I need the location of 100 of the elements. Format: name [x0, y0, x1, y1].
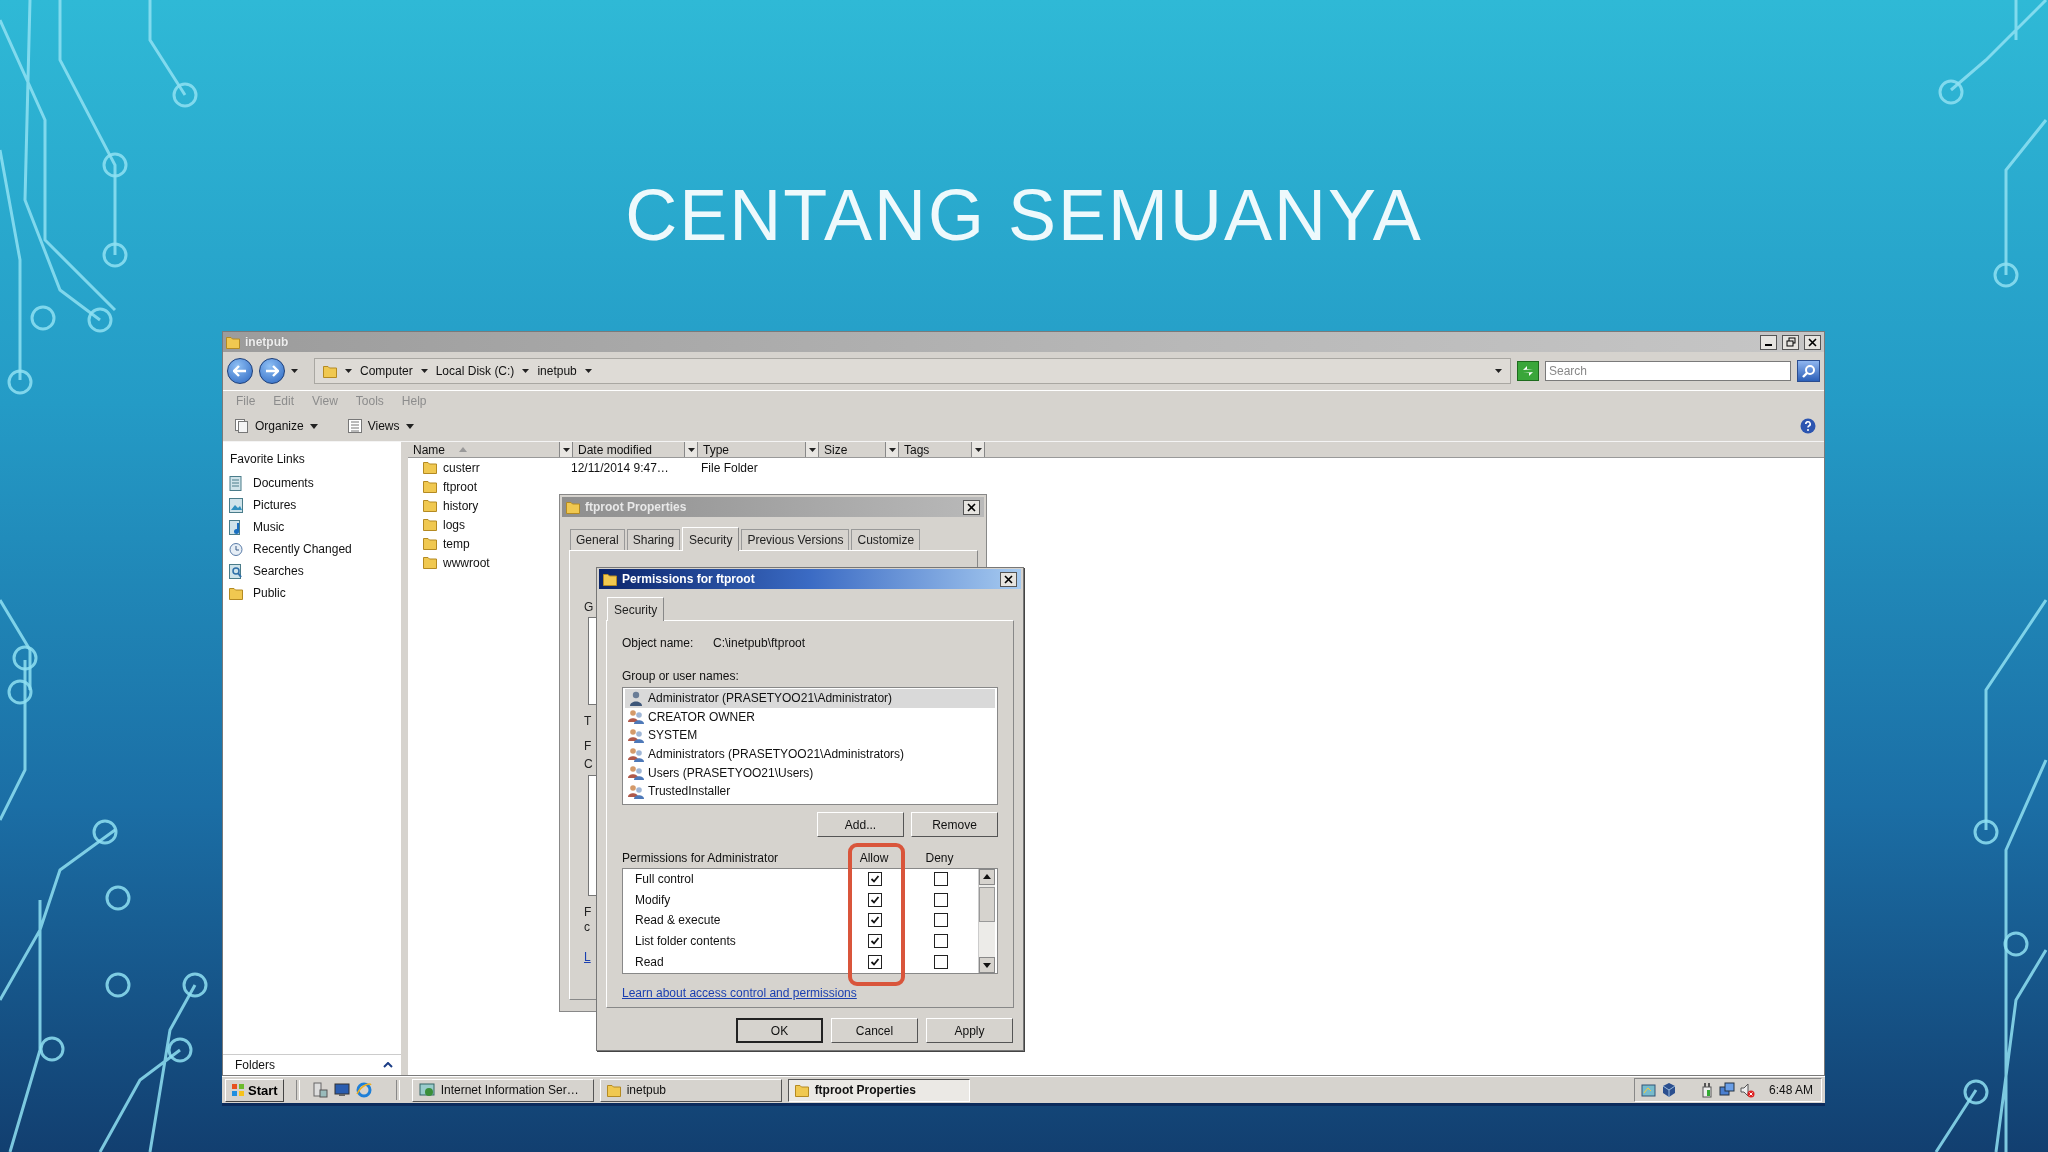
- remove-button[interactable]: Remove: [911, 812, 998, 837]
- breadcrumb-item[interactable]: Local Disk (C:): [435, 364, 515, 378]
- checkbox[interactable]: [868, 892, 882, 907]
- dropdown-button[interactable]: [885, 442, 898, 457]
- section-heading: Favorite Links: [229, 451, 306, 468]
- list-item[interactable]: CREATOR OWNER: [625, 707, 995, 727]
- folder-icon: [794, 1083, 809, 1097]
- address-bar[interactable]: Computer Local Disk (C:) inetpub: [314, 358, 1511, 384]
- sidebar-item[interactable]: Documents: [223, 472, 401, 494]
- help-link[interactable]: Learn about access control and permissions: [622, 986, 857, 1000]
- forward-button[interactable]: [259, 358, 285, 384]
- apply-button[interactable]: Apply: [926, 1018, 1013, 1043]
- arrow-down-icon[interactable]: [979, 957, 995, 973]
- checkbox[interactable]: [933, 934, 948, 948]
- taskbar-button[interactable]: inetpub: [599, 1078, 782, 1102]
- breadcrumb-item[interactable]: inetpub: [537, 364, 577, 378]
- list-box[interactable]: [588, 617, 596, 705]
- chevron-up-icon[interactable]: [383, 1062, 393, 1068]
- caret-icon[interactable]: [522, 369, 530, 373]
- list-item[interactable]: TrustedInstaller: [625, 781, 995, 801]
- dropdown-icon[interactable]: [1495, 369, 1502, 373]
- label: F: [584, 905, 592, 919]
- list-item[interactable]: Users (PRASETYOO21\Users): [625, 763, 995, 782]
- views-button[interactable]: Views: [343, 419, 418, 433]
- tab[interactable]: General: [570, 529, 625, 550]
- list-item[interactable]: Administrators (PRASETYOO21\Administrators): [625, 744, 995, 764]
- sidebar-item[interactable]: Searches: [223, 560, 401, 582]
- column-header[interactable]: Date modified: [573, 442, 698, 457]
- link[interactable]: L: [584, 950, 591, 964]
- folder-icon: [423, 518, 437, 531]
- dropdown-button[interactable]: [559, 442, 572, 457]
- checkbox[interactable]: [868, 872, 882, 886]
- monitor-icon[interactable]: [333, 1082, 350, 1098]
- file-name[interactable]: history: [443, 498, 479, 513]
- refresh-button[interactable]: [1517, 361, 1539, 381]
- tab[interactable]: Sharing: [626, 529, 681, 550]
- sidebar-item[interactable]: Public: [223, 582, 401, 604]
- column-header[interactable]: Type: [698, 442, 819, 457]
- dropdown-button[interactable]: [684, 442, 697, 457]
- muted-speaker-icon[interactable]: [1738, 1082, 1755, 1098]
- file-name[interactable]: ftproot: [443, 479, 478, 494]
- close-button[interactable]: [1804, 334, 1821, 350]
- checkbox[interactable]: [933, 872, 948, 886]
- server-icon[interactable]: [311, 1082, 328, 1098]
- breadcrumb-item[interactable]: Computer: [360, 364, 413, 378]
- column-header[interactable]: Size: [819, 442, 899, 457]
- ok-button[interactable]: OK: [736, 1018, 823, 1043]
- folders-bar[interactable]: Folders: [223, 1054, 401, 1075]
- taskbar-button[interactable]: ftproot Properties: [787, 1078, 970, 1102]
- checkbox[interactable]: [933, 892, 948, 907]
- search-button[interactable]: [1797, 360, 1820, 382]
- list-box[interactable]: Full control Modify Read & execute List folder contents Read: [622, 868, 998, 974]
- search-field[interactable]: Search: [1545, 361, 1791, 381]
- caret-icon[interactable]: [420, 369, 428, 373]
- browser-icon[interactable]: [355, 1082, 372, 1098]
- restore-button[interactable]: [1782, 334, 1799, 350]
- file-name[interactable]: temp: [443, 536, 470, 551]
- list-box[interactable]: Administrator (PRASETYOO21\Administrator) CREATOR OWNER SYSTEM Administrators (PRASETYOO21\Administrators) Users (PRASETYOO21\Users) TrustedInstaller: [622, 687, 998, 805]
- minimize-button[interactable]: [1760, 334, 1777, 350]
- add-button[interactable]: Add...: [817, 812, 904, 837]
- tab[interactable]: Security: [607, 597, 665, 621]
- list-item[interactable]: SYSTEM: [625, 726, 995, 745]
- arrow-up-icon[interactable]: [979, 869, 995, 885]
- dropdown-button[interactable]: [971, 442, 984, 457]
- tab[interactable]: Security: [682, 527, 740, 551]
- file-name[interactable]: wwwroot: [443, 555, 490, 570]
- file-name[interactable]: custerr: [443, 460, 480, 475]
- organize-button[interactable]: Organize: [231, 419, 322, 433]
- checkbox[interactable]: [868, 913, 882, 928]
- dropdown-button[interactable]: [805, 442, 818, 457]
- column-header[interactable]: Tags: [899, 442, 985, 457]
- checkbox[interactable]: [933, 954, 948, 969]
- checkbox[interactable]: [868, 934, 882, 948]
- checkbox[interactable]: [933, 913, 948, 928]
- close-button[interactable]: [963, 499, 980, 515]
- caret-icon[interactable]: [584, 369, 592, 373]
- column-header[interactable]: Name: [408, 442, 573, 457]
- sidebar-item[interactable]: Pictures: [223, 494, 401, 516]
- scrollbar[interactable]: [978, 869, 995, 973]
- taskbar-button[interactable]: Internet Information Ser…: [411, 1078, 594, 1102]
- network-icon[interactable]: [1640, 1082, 1657, 1098]
- caret-icon[interactable]: [345, 369, 352, 373]
- cancel-button[interactable]: Cancel: [831, 1018, 918, 1043]
- help-icon[interactable]: [1800, 418, 1816, 434]
- cube-icon[interactable]: [1660, 1082, 1677, 1098]
- back-button[interactable]: [227, 358, 253, 384]
- checkbox[interactable]: [868, 954, 882, 969]
- sidebar-item[interactable]: Recently Changed: [223, 538, 401, 560]
- folder-icon: [606, 1083, 621, 1097]
- caret-icon[interactable]: [291, 369, 298, 373]
- list-item[interactable]: Administrator (PRASETYOO21\Administrator): [625, 689, 995, 708]
- file-name[interactable]: logs: [443, 517, 465, 532]
- computers-icon[interactable]: [1718, 1082, 1735, 1098]
- tab[interactable]: Previous Versions: [741, 529, 850, 550]
- sidebar-item[interactable]: Music: [223, 516, 401, 538]
- list-box[interactable]: [588, 775, 596, 896]
- tab[interactable]: Customize: [851, 529, 921, 550]
- close-button[interactable]: [1000, 571, 1017, 587]
- folder-icon: [566, 500, 580, 514]
- start-button[interactable]: Start: [225, 1078, 284, 1102]
